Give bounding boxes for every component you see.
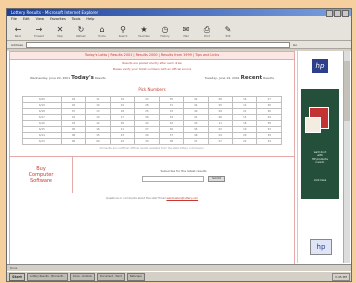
- mail-button[interactable]: ✉ Mail: [179, 25, 193, 38]
- menu-help[interactable]: Help: [86, 16, 94, 22]
- webmaster-link[interactable]: webmaster@lottery.com: [166, 197, 198, 200]
- scrollbar-thumb[interactable]: [344, 61, 350, 121]
- recent-results-link[interactable]: Tuesday, June 19, 2001 Recent Results: [205, 75, 274, 81]
- today-results-link[interactable]: Wednesday, June 20, 2001 Today's Results: [30, 75, 106, 81]
- search-button[interactable]: ⚲ Search: [116, 25, 130, 38]
- table-cell: 09: [85, 138, 111, 146]
- today-date: Wednesday, June 20, 2001: [30, 76, 71, 81]
- table-cell: 38: [158, 138, 185, 146]
- page-nav-links[interactable]: Today's Lotto | Results 2001 | Results 2…: [10, 52, 294, 60]
- mail-icon: ✉: [182, 24, 190, 34]
- taskbar-item[interactable]: Document - Word: [97, 273, 125, 281]
- recent-date: Tuesday, June 19, 2001: [204, 76, 240, 81]
- history-button[interactable]: ◷ History: [158, 25, 172, 38]
- subscribe-controls: Submit: [142, 175, 225, 182]
- taskbar-item[interactable]: Lottery Results - Microsoft...: [26, 273, 68, 281]
- forward-button[interactable]: → Forward: [32, 25, 46, 38]
- browser-window: Lottery Results - Microsoft Internet Exp…: [6, 8, 352, 282]
- table-cell: 24: [109, 138, 136, 146]
- table-cell: 22: [232, 138, 258, 146]
- hp-logo[interactable]: hp: [312, 59, 328, 73]
- table-footnote: All results are unofficial. Official res…: [99, 147, 205, 151]
- vertical-scrollbar[interactable]: [343, 51, 350, 263]
- search-icon: ⚲: [120, 24, 126, 34]
- recent-word: Recent: [240, 75, 263, 82]
- promo-section: Buy Computer Software Subscribe for the …: [10, 156, 294, 194]
- menu-tools[interactable]: Tools: [72, 16, 81, 22]
- table-cell: 06: [60, 138, 87, 146]
- table-row: 6/13 06 09 24 30 38 47 07 22 34: [22, 138, 282, 146]
- notice-line-1: Results are posted shortly after each dr…: [122, 61, 182, 65]
- table-cell: 6/13: [22, 138, 62, 146]
- ad-paper-square: [305, 117, 321, 133]
- section-heading: Pick Numbers: [138, 87, 166, 93]
- favorites-button[interactable]: ★ Favorites: [137, 25, 151, 38]
- submit-button[interactable]: Submit: [208, 175, 225, 182]
- page-content: Today's Lotto | Results 2001 | Results 2…: [7, 51, 351, 271]
- promo-line-3: Software: [29, 178, 53, 185]
- edit-button[interactable]: ✎ Edit: [221, 25, 235, 38]
- taskbar-clock: 3:45 PM: [331, 273, 350, 281]
- bottom-note-text: Questions or comments about this site? E…: [105, 197, 166, 201]
- menu-edit[interactable]: Edit: [23, 16, 30, 22]
- back-arrow-icon: ←: [14, 24, 22, 34]
- toolbar: ← Back → Forward ✕ Stop ↻ Refresh ⌂ Home ⚲ Sea…: [7, 22, 351, 41]
- home-icon: ⌂: [99, 24, 105, 34]
- subscribe-input[interactable]: [142, 175, 205, 182]
- recent-suffix: Results: [263, 76, 274, 81]
- today-word: Today's: [71, 75, 94, 82]
- table-cell: 34: [256, 138, 282, 146]
- go-button[interactable]: Go: [293, 43, 297, 47]
- print-icon: ⎙: [203, 24, 211, 34]
- address-field[interactable]: [25, 41, 290, 48]
- close-button[interactable]: [342, 10, 349, 17]
- ad-line-4: invent.: [315, 161, 325, 165]
- history-icon: ◷: [161, 24, 169, 34]
- minimize-button[interactable]: [326, 10, 333, 17]
- title-bar[interactable]: Lottery Results - Microsoft Internet Exp…: [7, 9, 351, 17]
- results-table: 6/20 04 11 19 23 35 42 08 16 27 6/19 02 14 22 28 31 44 05…: [22, 96, 282, 146]
- promo-text[interactable]: Buy Computer Software: [10, 157, 73, 194]
- refresh-icon: ↻: [77, 24, 85, 34]
- maximize-button[interactable]: [334, 10, 341, 17]
- taskbar-item[interactable]: Netscape: [126, 273, 145, 281]
- menu-favorites[interactable]: Favorites: [50, 16, 66, 22]
- start-button[interactable]: Start: [9, 273, 25, 281]
- table-cell: 47: [183, 138, 209, 146]
- main-pane: Today's Lotto | Results 2001 | Results 2…: [9, 51, 295, 265]
- taskbar: Start Lottery Results - Microsoft... Inb…: [7, 271, 351, 281]
- menu-file[interactable]: File: [11, 16, 17, 22]
- table-cell: 30: [134, 138, 160, 146]
- back-button[interactable]: ← Back: [11, 25, 25, 38]
- home-button[interactable]: ⌂ Home: [95, 25, 109, 38]
- menu-view[interactable]: View: [36, 16, 44, 22]
- window-title: Lottery Results - Microsoft Internet Exp…: [11, 10, 99, 15]
- stop-icon: ✕: [56, 24, 64, 34]
- subscribe-form: Subscribe for the latest results Submit: [73, 157, 294, 193]
- table-cell: 07: [207, 138, 234, 146]
- date-row: Wednesday, June 20, 2001 Today's Results…: [10, 71, 294, 81]
- edit-icon: ✎: [224, 24, 232, 34]
- sidebar: hp we'll do it with HP products invent. …: [297, 51, 342, 263]
- hp-bottom-logo[interactable]: hp: [310, 239, 332, 255]
- favorites-icon: ★: [140, 24, 148, 34]
- subscribe-question: Subscribe for the latest results: [160, 168, 207, 173]
- address-bar: Address Go: [7, 41, 351, 49]
- ad-text: we'll do it with HP products invent.: [304, 151, 336, 165]
- today-suffix: Results: [94, 76, 106, 81]
- taskbar-item[interactable]: Inbox - Outlook: [69, 273, 96, 281]
- refresh-button[interactable]: ↻ Refresh: [74, 25, 88, 38]
- print-button[interactable]: ⎙ Print: [200, 25, 214, 38]
- stop-button[interactable]: ✕ Stop: [53, 25, 67, 38]
- bottom-note: Questions or comments about this site? E…: [10, 197, 294, 200]
- forward-arrow-icon: →: [35, 24, 43, 34]
- window-controls: [326, 9, 351, 17]
- address-label: Address: [11, 42, 23, 47]
- hp-ad-banner[interactable]: we'll do it with HP products invent. cli…: [301, 89, 339, 199]
- ad-cta[interactable]: click here: [304, 179, 336, 182]
